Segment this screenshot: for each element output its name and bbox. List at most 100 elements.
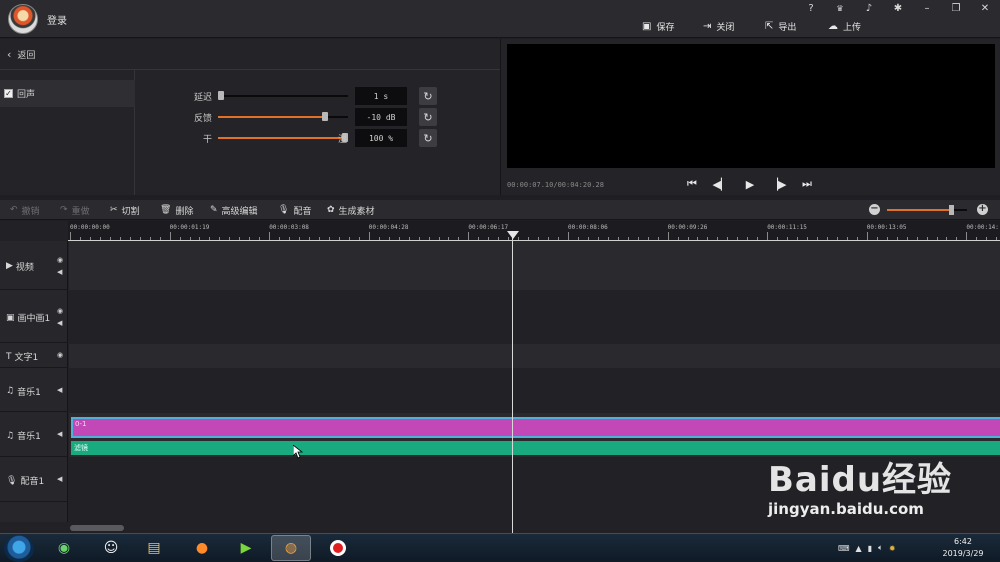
start-button[interactable]: [4, 535, 34, 562]
slider-knob[interactable]: [321, 112, 328, 121]
dub-button[interactable]: 🎙︎ 配音: [278, 203, 311, 217]
visibility-eye-icon[interactable]: ◉: [57, 351, 63, 359]
track-name-label: 配音1: [20, 477, 45, 487]
horizontal-scrollbar[interactable]: [70, 525, 124, 531]
clock[interactable]: 6:42 2019/3/29: [933, 536, 993, 560]
time-ruler[interactable]: 00:00:00:00 00:00:01:19 00:00:03:08 00:00:0…: [68, 221, 1000, 241]
qq-app-icon[interactable]: ☺: [91, 535, 131, 561]
track-header[interactable]: T 文字1 ◉: [0, 344, 68, 368]
gear-icon[interactable]: ✱: [890, 2, 906, 16]
drywet-value-field[interactable]: 100 %: [355, 129, 407, 147]
feedback-value-field[interactable]: -10 dB: [355, 108, 407, 126]
filter-clip[interactable]: 滤镜: [71, 441, 1000, 455]
ruler-tick: [707, 237, 709, 240]
reset-icon[interactable]: ↻: [419, 129, 437, 147]
advanced-edit-button[interactable]: ✎ 高级编辑: [210, 203, 258, 217]
ruler-tick: [259, 237, 261, 240]
track-header[interactable]: ▣ 画中画1 ◉ ◀︎: [0, 291, 68, 343]
ruler-tick: [817, 237, 818, 240]
upload-button[interactable]: ☁ 上传: [828, 18, 861, 34]
track-lane-pip[interactable]: [69, 291, 1000, 343]
keyboard-icon[interactable]: ⌨: [838, 544, 850, 553]
scissors-icon: ✂: [110, 205, 118, 215]
step-forward-icon[interactable]: ▕▶︎: [769, 176, 787, 192]
back-button[interactable]: ‹ 返回: [0, 39, 500, 70]
mute-speaker-icon[interactable]: ◀︎: [57, 386, 62, 394]
track-header[interactable]: ▶ 视频 ◉ ◀︎: [0, 241, 68, 290]
ruler-tick: [119, 237, 121, 240]
effect-item-echo[interactable]: ✓ 回声: [0, 80, 135, 107]
undo-icon: ↶: [10, 205, 18, 215]
video-editor-app-icon[interactable]: ◍: [271, 535, 311, 561]
delay-value-field[interactable]: 1 s: [355, 87, 407, 105]
ruler-tick-label: 00:00:06:17: [468, 224, 509, 231]
help-icon[interactable]: ?: [803, 2, 819, 16]
close-window-icon[interactable]: ✕: [977, 2, 993, 16]
play-icon[interactable]: ▶: [741, 176, 759, 192]
video-player-icon[interactable]: ▶: [226, 535, 266, 561]
redo-button[interactable]: ↷ 重做: [60, 203, 90, 217]
minimize-icon[interactable]: –: [919, 2, 935, 16]
mute-speaker-icon[interactable]: ◀︎: [57, 475, 62, 483]
drywet-slider[interactable]: [218, 133, 349, 142]
mute-speaker-icon[interactable]: ◀︎: [57, 268, 62, 276]
track-header[interactable]: 🎙︎ 配音1 ◀︎: [0, 458, 68, 502]
mute-speaker-icon[interactable]: ◀︎: [57, 319, 62, 327]
zoom-slider[interactable]: [887, 205, 967, 215]
track-lane-video[interactable]: [69, 241, 1000, 290]
firefox-icon[interactable]: ●: [182, 535, 222, 561]
browser-app-icon[interactable]: ◉: [44, 535, 84, 561]
reset-icon[interactable]: ↻: [419, 87, 437, 105]
close-project-button[interactable]: ⇥ 关闭: [703, 18, 734, 34]
skip-end-icon[interactable]: ⏭: [798, 176, 816, 192]
track-lane-voiceover[interactable]: [69, 458, 1000, 502]
save-button[interactable]: ▣ 保存: [642, 18, 674, 34]
skip-start-icon[interactable]: ⏮: [683, 176, 701, 192]
slider-knob[interactable]: [217, 91, 224, 100]
delete-button[interactable]: 🗑︎ 删除: [160, 203, 193, 217]
playhead-handle[interactable]: [507, 231, 519, 239]
volume-icon[interactable]: 🔈︎: [878, 543, 883, 553]
ruler-tick-label: 00:00:14:: [966, 224, 999, 231]
track-header[interactable]: ♫ 音乐1 ◀︎: [0, 369, 68, 412]
device-icon[interactable]: ▮: [868, 544, 872, 553]
save-icon: ▣: [642, 20, 652, 32]
recorder-app-icon[interactable]: [318, 535, 358, 561]
visibility-eye-icon[interactable]: ◉: [57, 307, 63, 315]
login-label[interactable]: 登录: [47, 12, 67, 27]
track-headers: ▶ 视频 ◉ ◀︎ ▣ 画中画1 ◉ ◀︎ T 文字1 ◉ ♫ 音乐1 ◀︎ ♫ 音乐1 ◀︎ 🎙︎ 配音1 ◀︎: [0, 241, 68, 522]
feedback-slider[interactable]: [218, 112, 348, 121]
ruler-tick: [548, 237, 550, 240]
tray-expand-icon[interactable]: ▲: [856, 544, 862, 553]
effect-checkbox[interactable]: ✓: [4, 89, 13, 98]
zoom-out-icon[interactable]: −: [869, 204, 880, 215]
zoom-slider-knob[interactable]: [949, 205, 954, 215]
bell-icon[interactable]: ♪: [861, 2, 877, 16]
export-button[interactable]: ⇱ 导出: [765, 18, 796, 34]
delay-slider[interactable]: [217, 91, 348, 100]
vip-icon[interactable]: ♛: [832, 2, 848, 16]
cut-button[interactable]: ✂ 切割: [110, 203, 140, 217]
mute-speaker-icon[interactable]: ◀︎: [57, 430, 62, 438]
reset-icon[interactable]: ↻: [419, 108, 437, 126]
track-lane-text[interactable]: [69, 344, 1000, 368]
preview-screen[interactable]: [507, 44, 995, 168]
ruler-tick: [528, 237, 530, 240]
network-icon[interactable]: ✹: [889, 544, 896, 553]
app-logo[interactable]: [8, 4, 38, 34]
zoom-in-icon[interactable]: +: [977, 204, 988, 215]
track-header[interactable]: ♫ 音乐1 ◀︎: [0, 413, 68, 457]
audio-clip[interactable]: 0-1: [71, 417, 1000, 438]
track-lane-music[interactable]: [69, 369, 1000, 412]
restore-icon[interactable]: ❐: [948, 2, 964, 16]
generate-material-button[interactable]: ✿ 生成素材: [327, 203, 375, 217]
audio-clip-label: 0-1: [75, 420, 87, 428]
ruler-tick: [846, 237, 848, 240]
step-back-icon[interactable]: ◀︎▏: [712, 176, 730, 192]
ruler-tick: [79, 237, 81, 240]
file-explorer-icon[interactable]: ▤: [134, 535, 174, 561]
ruler-tick-label: 00:00:03:08: [269, 224, 309, 231]
playhead-line[interactable]: [512, 233, 513, 533]
visibility-eye-icon[interactable]: ◉: [57, 256, 63, 264]
undo-button[interactable]: ↶ 撤销: [10, 203, 40, 217]
